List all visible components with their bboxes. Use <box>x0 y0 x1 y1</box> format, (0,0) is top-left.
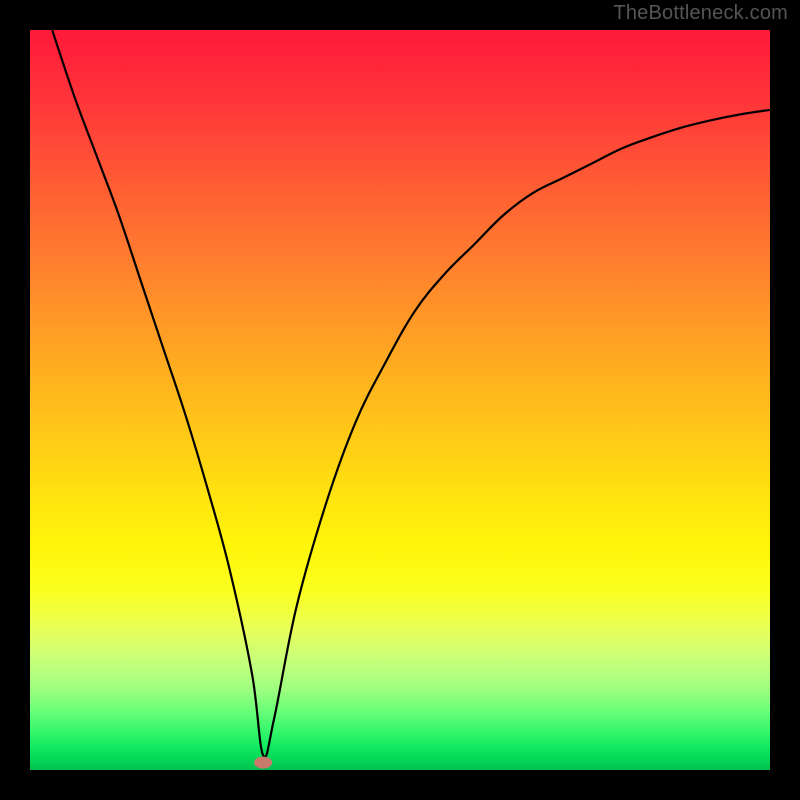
plot-area <box>30 30 770 770</box>
watermark-text: TheBottleneck.com <box>613 2 788 25</box>
optimum-marker <box>254 757 272 769</box>
chart-svg <box>30 30 770 770</box>
bottleneck-curve <box>52 30 770 757</box>
